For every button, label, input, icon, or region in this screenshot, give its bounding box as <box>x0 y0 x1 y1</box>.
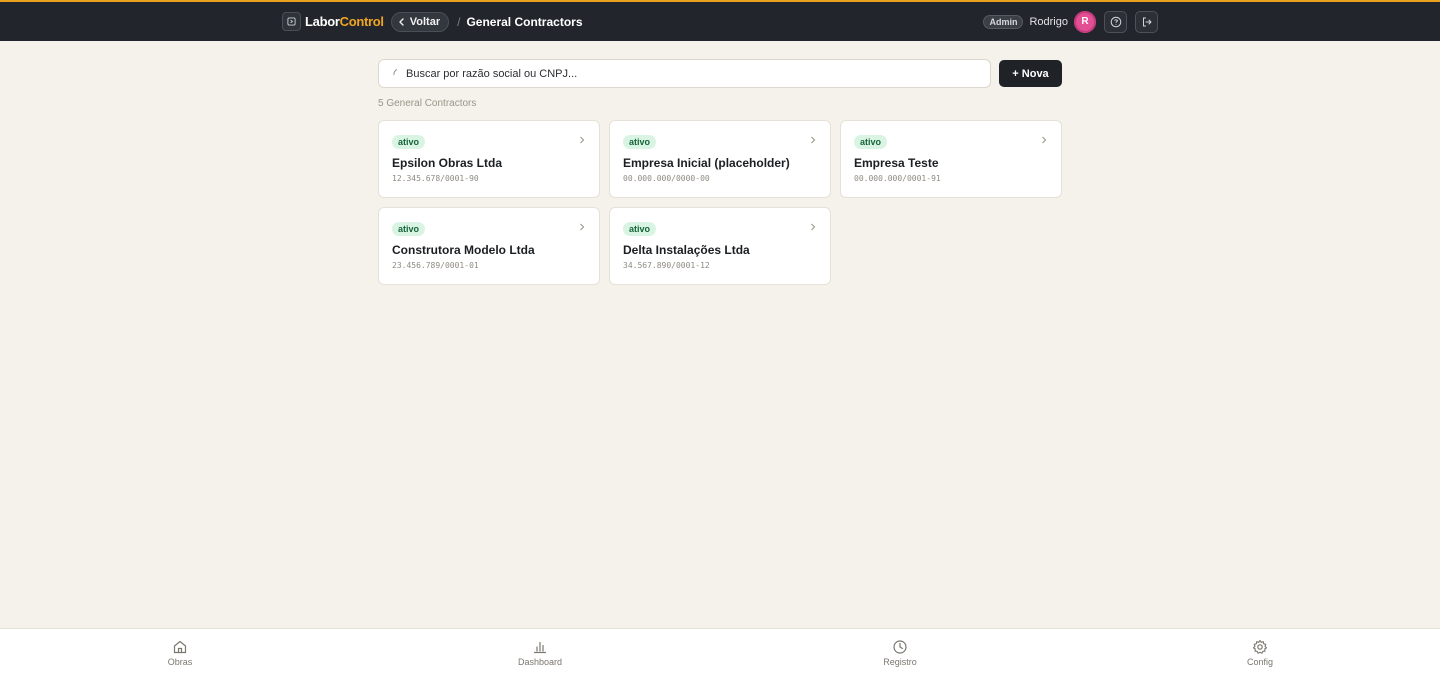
contractor-name: Delta Instalações Ltda <box>623 243 750 257</box>
app-logo[interactable]: LaborControl <box>305 14 384 29</box>
contractor-card[interactable]: ativo Delta Instalações Ltda 34.567.890/… <box>609 207 831 285</box>
contractor-card[interactable]: ativo Construtora Modelo Ltda 23.456.789… <box>378 207 600 285</box>
breadcrumb-separator: / <box>457 14 461 29</box>
contractor-cnpj: 34.567.890/0001-12 <box>623 261 710 270</box>
role-badge: Admin <box>983 14 1024 29</box>
chevron-right-icon <box>811 223 816 231</box>
status-badge: ativo <box>623 222 657 236</box>
contractor-cnpj: 12.345.678/0001-90 <box>392 174 479 183</box>
contractor-card[interactable]: ativo Empresa Teste 00.000.000/0001-91 <box>840 120 1062 198</box>
nav-label: Obras <box>167 657 193 667</box>
top-bar: LaborControl Voltar / General Contractor… <box>0 0 1440 41</box>
new-contractor-button[interactable]: + Nova <box>999 60 1062 87</box>
nav-item-obras[interactable]: Obras <box>140 639 220 667</box>
logo-text-control: Control <box>339 14 384 29</box>
chevron-right-icon <box>580 223 585 231</box>
search-box[interactable] <box>378 59 991 88</box>
contractor-card[interactable]: ativo Empresa Inicial (placeholder) 00.0… <box>609 120 831 198</box>
contractor-name: Empresa Teste <box>854 156 939 170</box>
nav-label: Config <box>1246 657 1273 667</box>
page-title: General Contractors <box>466 14 583 29</box>
search-input[interactable] <box>406 67 966 80</box>
bar-chart-icon <box>534 641 546 654</box>
back-button[interactable]: Voltar <box>390 11 450 32</box>
clock-icon <box>893 640 907 654</box>
logout-button[interactable] <box>1135 10 1158 33</box>
chevron-right-icon <box>1042 136 1047 144</box>
status-badge: ativo <box>623 135 657 149</box>
contractor-cnpj: 00.000.000/0000-00 <box>623 174 710 183</box>
nav-item-registro[interactable]: Registro <box>860 639 940 667</box>
sidebar-icon <box>287 17 296 26</box>
contractor-name: Construtora Modelo Ltda <box>392 243 535 257</box>
user-name: Rodrigo <box>1029 15 1068 28</box>
home-icon <box>173 640 187 654</box>
loading-spinner-icon <box>393 68 398 75</box>
results-count: 5 General Contractors <box>378 98 477 109</box>
contractor-name: Epsilon Obras Ltda <box>392 156 503 170</box>
gear-icon <box>1252 639 1268 654</box>
nav-label: Dashboard <box>517 657 563 667</box>
nav-item-config[interactable]: Config <box>1220 639 1300 667</box>
avatar[interactable]: R <box>1074 10 1096 33</box>
back-label: Voltar <box>409 15 441 28</box>
help-icon <box>1110 16 1121 27</box>
status-badge: ativo <box>854 135 888 149</box>
logout-icon <box>1142 17 1151 26</box>
status-badge: ativo <box>392 222 426 236</box>
nav-label: Registro <box>883 657 917 667</box>
chevron-right-icon <box>811 136 816 144</box>
help-button[interactable] <box>1104 10 1127 33</box>
contractor-card[interactable]: ativo Epsilon Obras Ltda 12.345.678/0001… <box>378 120 600 198</box>
status-badge: ativo <box>392 135 426 149</box>
contractor-cnpj: 23.456.789/0001-01 <box>392 261 479 270</box>
bottom-nav: Obras Dashboard Registro Config <box>0 628 1440 675</box>
chevron-right-icon <box>580 136 585 144</box>
contractor-cnpj: 00.000.000/0001-91 <box>854 174 941 183</box>
logo-text-labor: Labor <box>305 14 340 29</box>
nav-item-dashboard[interactable]: Dashboard <box>500 639 580 667</box>
chevron-left-icon <box>399 17 404 26</box>
sidebar-toggle-button[interactable] <box>282 12 301 31</box>
contractor-name: Empresa Inicial (placeholder) <box>623 156 790 170</box>
